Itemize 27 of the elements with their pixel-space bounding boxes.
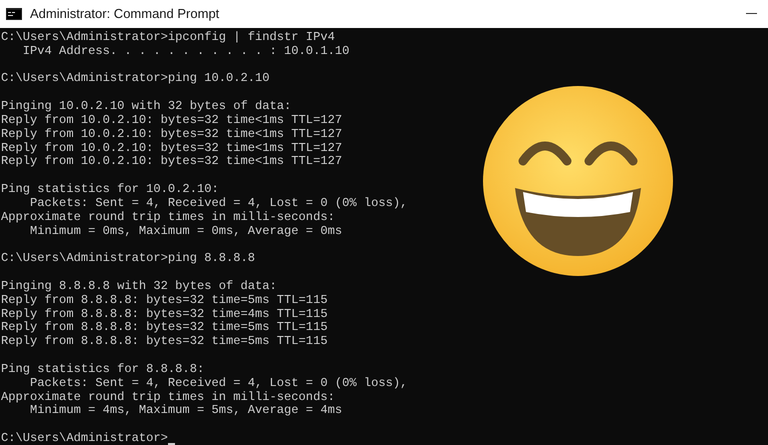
- console-line: Packets: Sent = 4, Received = 4, Lost = 0 (0% loss),: [29, 376, 408, 391]
- console-line: Reply from 10.0.2.10: bytes=32 time<1ms TTL=127: [1, 114, 342, 128]
- minimize-icon[interactable]: [746, 13, 757, 15]
- console-line: C:\Users\Administrator>ping 10.0.2.10: [1, 72, 270, 86]
- console-line: Pinging 10.0.2.10 with 32 bytes of data:: [1, 100, 292, 114]
- console-line: Packets: Sent = 4, Received = 4, Lost = 0 (0% loss),: [29, 196, 408, 211]
- console-line: Ping statistics for 10.0.2.10:: [1, 183, 219, 197]
- console-line: C:\Users\Administrator>ipconfig | findstr IPv4: [1, 31, 335, 45]
- console-line: Ping statistics for 8.8.8.8:: [1, 362, 204, 377]
- command-prompt: C:\Users\Administrator>: [1, 432, 168, 445]
- grinning-emoji-icon: [483, 86, 673, 276]
- window-title: Administrator: Command Prompt: [30, 5, 220, 24]
- console-line: IPv4 Address. . . . . . . . . . . : 10.0.1.10: [22, 44, 350, 59]
- console-icon: [6, 8, 22, 20]
- console-line: Reply from 8.8.8.8: bytes=32 time=5ms TTL=115: [1, 294, 328, 308]
- console-line: Reply from 8.8.8.8: bytes=32 time=5ms TTL=115: [1, 321, 328, 335]
- console-line: Minimum = 0ms, Maximum = 0ms, Average = 0ms: [29, 224, 342, 238]
- console-line: Reply from 10.0.2.10: bytes=32 time<1ms TTL=127: [1, 155, 342, 170]
- console-line: Reply from 8.8.8.8: bytes=32 time=5ms TTL=115: [1, 335, 328, 350]
- console-line: C:\Users\Administrator>ping 8.8.8.8: [1, 252, 256, 266]
- console-line: Approximate round trip times in milli-seconds:: [1, 390, 335, 404]
- console-line: Pinging 8.8.8.8 with 32 bytes of data:: [1, 280, 277, 294]
- console-line: Approximate round trip times in milli-seconds:: [1, 210, 335, 225]
- console-line: Reply from 10.0.2.10: bytes=32 time<1ms TTL=127: [1, 128, 342, 142]
- console-line: Minimum = 4ms, Maximum = 5ms, Average = 4ms: [29, 404, 342, 418]
- console-line: Reply from 10.0.2.10: bytes=32 time<1ms TTL=127: [1, 142, 342, 155]
- console-line: Reply from 8.8.8.8: bytes=32 time=4ms TTL=115: [1, 308, 328, 321]
